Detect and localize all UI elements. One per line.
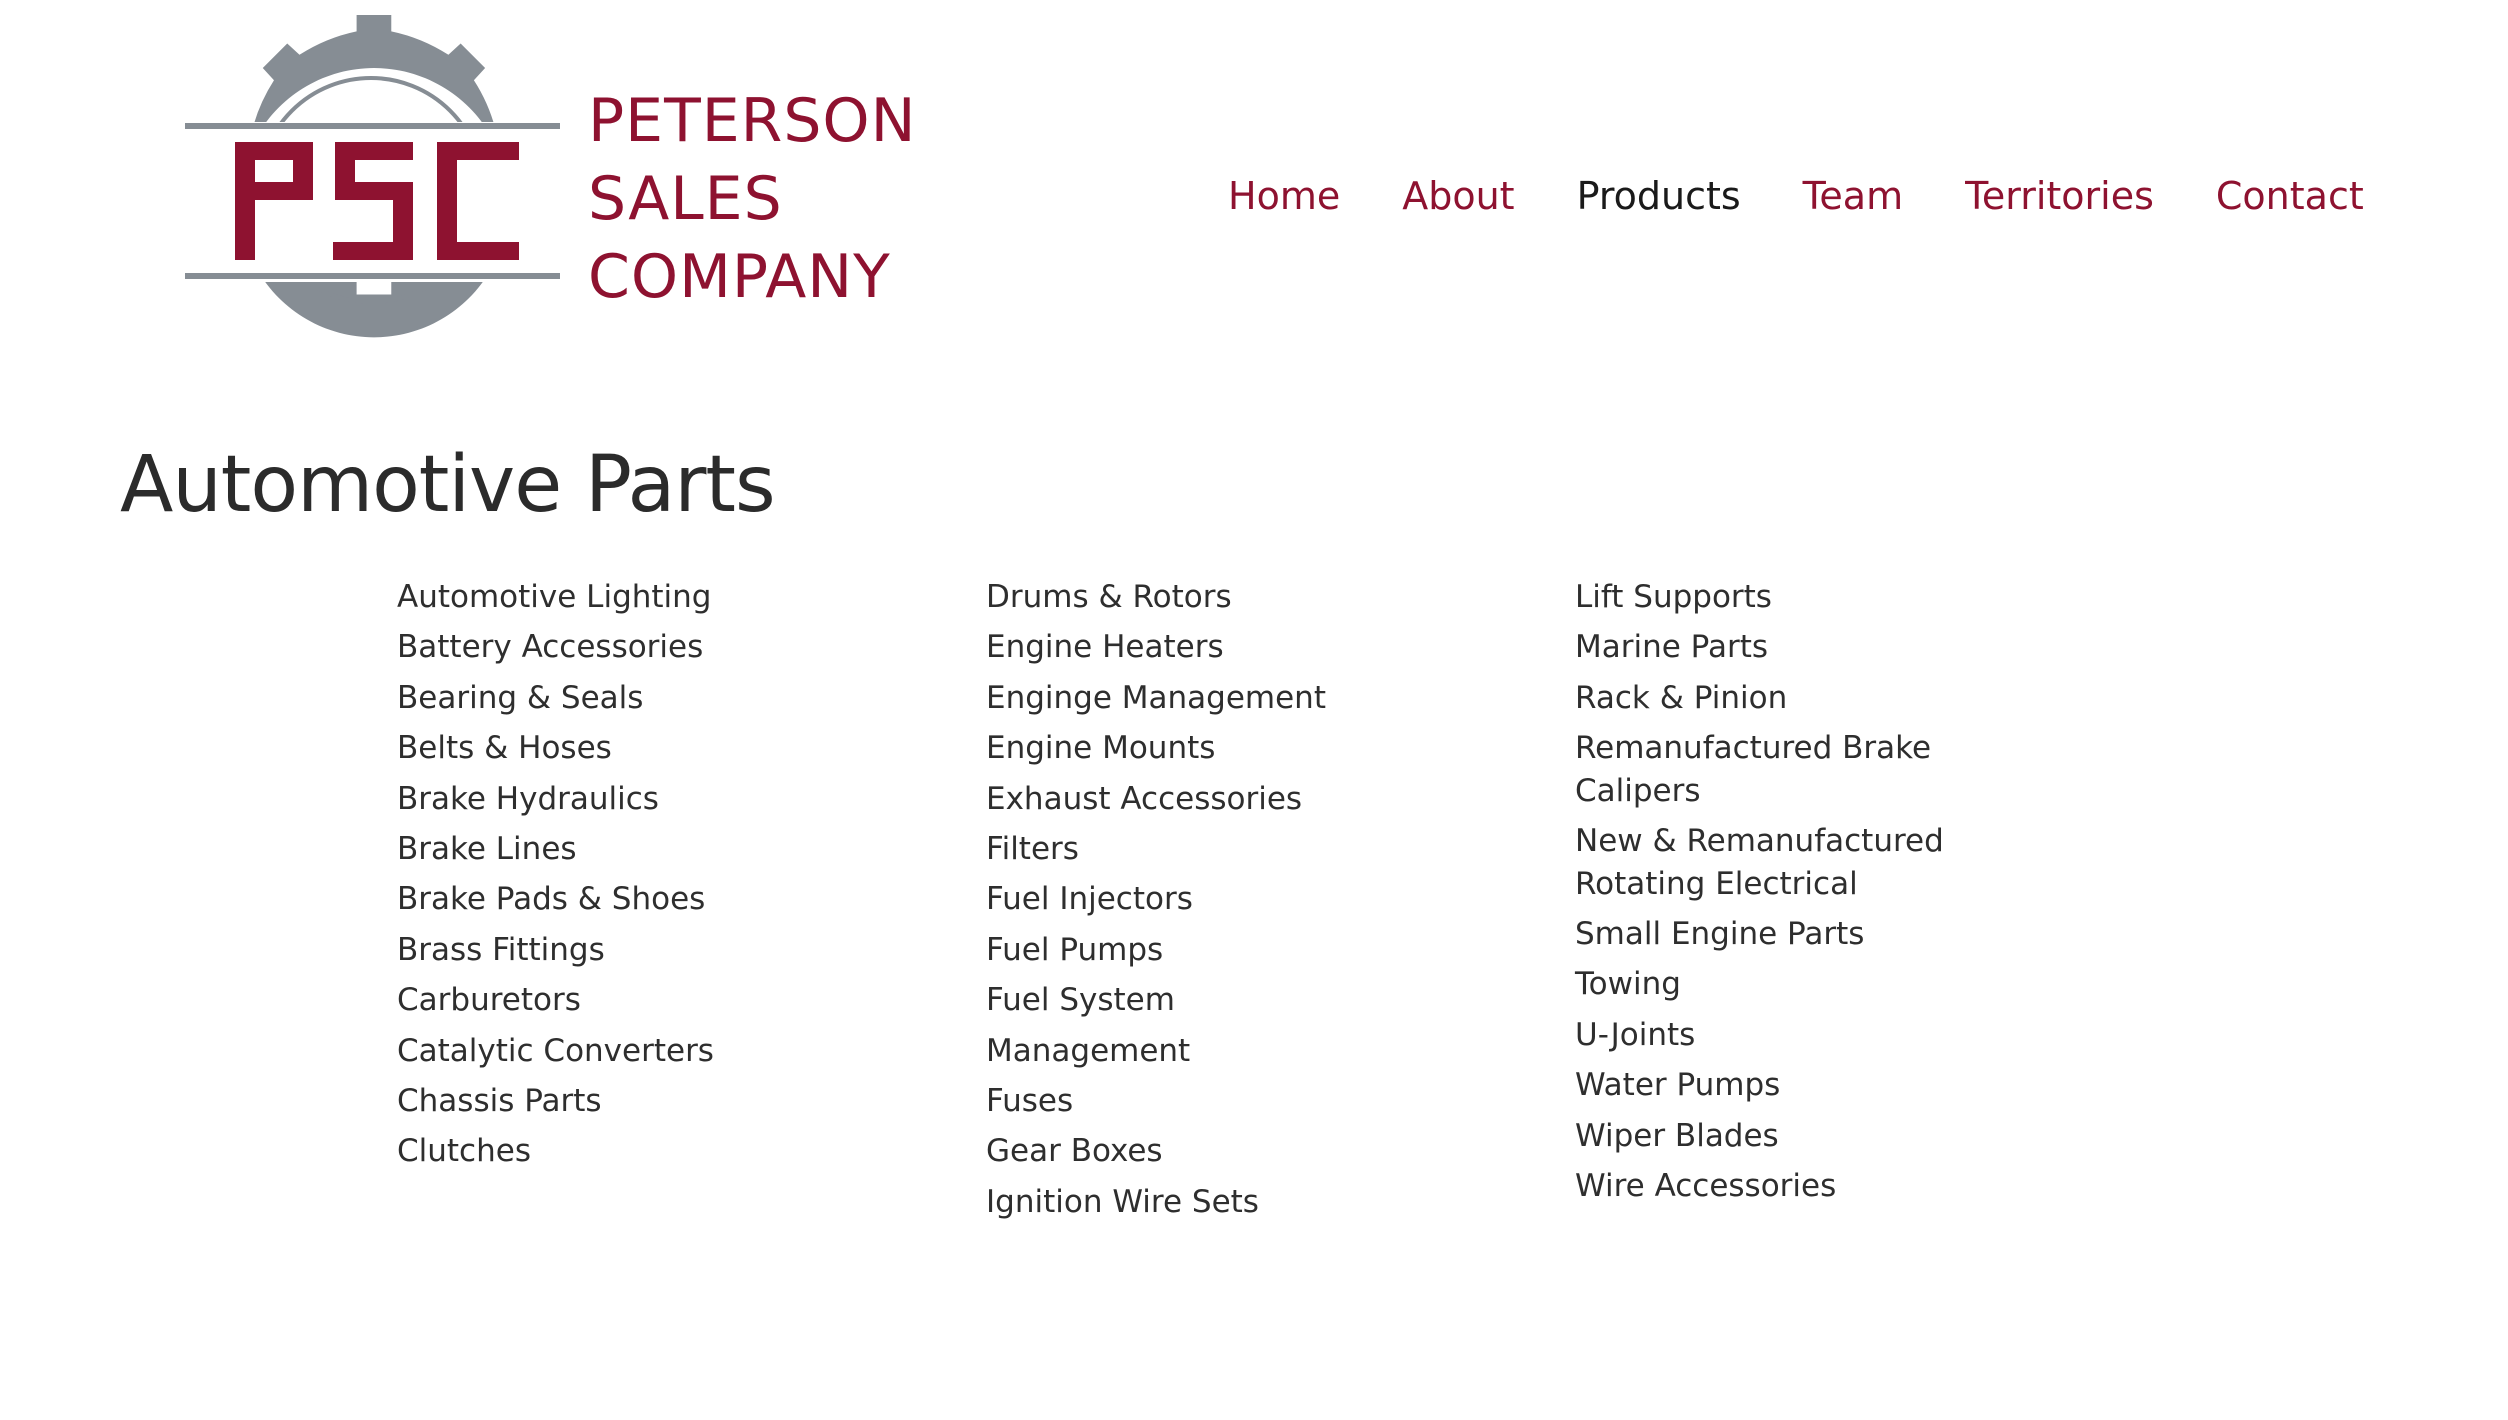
part-item[interactable]: New & Remanufactured Rotating Electrical (1575, 820, 1995, 905)
company-name: PETERSON SALES COMPANY (588, 82, 917, 316)
part-item[interactable]: Wiper Blades (1575, 1115, 1995, 1158)
nav-about-link[interactable]: About (1402, 174, 1514, 218)
parts-column-1: Automotive Lighting Battery Accessories … (397, 576, 817, 1181)
site-header: PETERSON SALES COMPANY Home About Produc… (0, 0, 2508, 400)
page-title: Automotive Parts (120, 440, 776, 530)
part-item[interactable]: Engine Heaters (986, 626, 1406, 669)
part-item[interactable]: Belts & Hoses (397, 727, 817, 770)
part-item[interactable]: Clutches (397, 1130, 817, 1173)
part-item[interactable]: Engine Mounts (986, 727, 1406, 770)
part-item[interactable]: Carburetors (397, 979, 817, 1022)
part-item[interactable]: Bearing & Seals (397, 677, 817, 720)
part-item[interactable]: Ignition Wire Sets (986, 1181, 1406, 1224)
parts-column-2: Drums & Rotors Engine Heaters Enginge Ma… (986, 576, 1406, 1231)
part-item[interactable]: Brake Hydraulics (397, 778, 817, 821)
main-nav: Home About Products Team Territories Con… (1228, 166, 2364, 226)
part-item[interactable]: U-Joints (1575, 1014, 1995, 1057)
part-item[interactable]: Brake Lines (397, 828, 817, 871)
part-item[interactable]: Remanufactured Brake Calipers (1575, 727, 1995, 812)
part-item[interactable]: Marine Parts (1575, 626, 1995, 669)
nav-home-link[interactable]: Home (1228, 174, 1340, 218)
part-item[interactable]: Water Pumps (1575, 1064, 1995, 1107)
part-item[interactable]: Automotive Lighting (397, 576, 817, 619)
nav-contact-link[interactable]: Contact (2216, 174, 2364, 218)
nav-team-link[interactable]: Team (1803, 174, 1903, 218)
part-item[interactable]: Fuses (986, 1080, 1406, 1123)
company-logo[interactable]: PETERSON SALES COMPANY (185, 12, 916, 382)
part-item[interactable]: Brass Fittings (397, 929, 817, 972)
part-item[interactable]: Catalytic Converters (397, 1030, 817, 1073)
part-item[interactable]: Drums & Rotors (986, 576, 1406, 619)
part-item[interactable]: Lift Supports (1575, 576, 1995, 619)
part-item[interactable]: Fuel System (986, 979, 1406, 1022)
part-item[interactable]: Small Engine Parts (1575, 913, 1995, 956)
part-item[interactable]: Enginge Management (986, 677, 1406, 720)
part-item[interactable]: Fuel Pumps (986, 929, 1406, 972)
part-item[interactable]: Fuel Injectors (986, 878, 1406, 921)
part-item[interactable]: Towing (1575, 963, 1995, 1006)
gear-logo-icon (185, 15, 560, 338)
part-item[interactable]: Management (986, 1030, 1406, 1073)
parts-column-3: Lift Supports Marine Parts Rack & Pinion… (1575, 576, 1995, 1215)
part-item[interactable]: Wire Accessories (1575, 1165, 1995, 1208)
part-item[interactable]: Brake Pads & Shoes (397, 878, 817, 921)
nav-territories-link[interactable]: Territories (1965, 174, 2154, 218)
part-item[interactable]: Chassis Parts (397, 1080, 817, 1123)
company-name-line-3: COMPANY (588, 242, 891, 312)
nav-products-link[interactable]: Products (1577, 174, 1741, 218)
part-item[interactable]: Battery Accessories (397, 626, 817, 669)
part-item[interactable]: Exhaust Accessories (986, 778, 1406, 821)
company-name-line-2: SALES (588, 164, 783, 234)
part-item[interactable]: Gear Boxes (986, 1130, 1406, 1173)
company-name-line-1: PETERSON (588, 86, 917, 156)
part-item[interactable]: Filters (986, 828, 1406, 871)
part-item[interactable]: Rack & Pinion (1575, 677, 1995, 720)
